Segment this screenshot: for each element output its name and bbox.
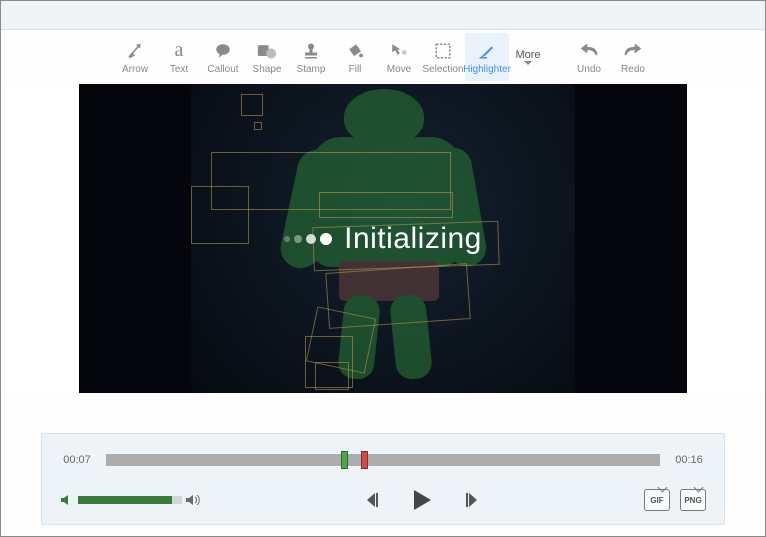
step-forward-button[interactable] (465, 491, 481, 509)
timeline-row: 00:07 00:16 (60, 448, 706, 472)
video-frame[interactable]: Initializing (79, 84, 687, 393)
arrow-icon (124, 40, 146, 62)
move-icon (388, 40, 410, 62)
step-back-button[interactable] (363, 491, 379, 509)
more-label: More (515, 49, 540, 61)
volume-slider[interactable] (78, 496, 182, 504)
playback-controls-panel: 00:07 00:16 (41, 433, 725, 525)
tool-shape[interactable]: Shape (245, 33, 289, 81)
redo-icon (622, 40, 644, 62)
tool-redo[interactable]: Redo (611, 33, 655, 81)
export-gif-button[interactable]: GIF (644, 489, 670, 511)
tool-fill[interactable]: Fill (333, 33, 377, 81)
tool-label: Redo (621, 64, 645, 75)
tool-callout[interactable]: Callout (201, 33, 245, 81)
selection-icon (432, 40, 454, 62)
tool-stamp[interactable]: Stamp (289, 33, 333, 81)
tool-undo[interactable]: Undo (567, 33, 611, 81)
window-titlebar (1, 1, 765, 30)
trim-end-handle[interactable] (361, 451, 368, 469)
volume-group (60, 493, 200, 507)
play-row: GIF PNG (60, 486, 706, 514)
tool-label: Callout (207, 64, 238, 75)
playback-controls-area: 00:07 00:16 (1, 393, 765, 536)
trim-start-handle[interactable] (341, 451, 348, 469)
tool-text[interactable]: a Text (157, 33, 201, 81)
tool-label: Arrow (122, 64, 148, 75)
callout-icon (212, 40, 234, 62)
video-preview-area: Initializing (1, 84, 765, 393)
tool-label: Text (170, 64, 188, 75)
tool-highlighter[interactable]: Highlighter (465, 33, 509, 81)
tool-more[interactable]: More (509, 33, 547, 81)
play-button-group (200, 487, 644, 513)
tool-label: Undo (577, 64, 601, 75)
volume-fill (78, 496, 172, 504)
highlighter-icon (476, 40, 498, 62)
current-time-label: 00:07 (60, 454, 94, 466)
export-group: GIF PNG (644, 489, 706, 511)
shape-icon (256, 40, 278, 62)
fill-icon (344, 40, 366, 62)
timeline-track[interactable] (106, 454, 660, 466)
text-icon: a (168, 40, 190, 62)
volume-icon[interactable] (60, 493, 74, 507)
tool-move[interactable]: Move (377, 33, 421, 81)
tool-label: Selection (422, 64, 463, 75)
tool-label: Move (387, 64, 411, 75)
annotation-toolbar: Arrow a Text Callout Shape Stamp Fill M (1, 30, 765, 84)
stamp-icon (300, 40, 322, 62)
volume-max-icon[interactable] (186, 493, 200, 507)
tool-label: Shape (253, 64, 282, 75)
tool-label: Highlighter (463, 64, 511, 75)
export-png-button[interactable]: PNG (680, 489, 706, 511)
tool-arrow[interactable]: Arrow (113, 33, 157, 81)
tool-label: Stamp (297, 64, 326, 75)
undo-icon (578, 40, 600, 62)
total-time-label: 00:16 (672, 454, 706, 466)
play-button[interactable] (409, 487, 435, 513)
tool-label: Fill (349, 64, 362, 75)
tool-selection[interactable]: Selection (421, 33, 465, 81)
annotation-bounding-boxes (79, 84, 687, 393)
chevron-down-icon (524, 61, 532, 66)
